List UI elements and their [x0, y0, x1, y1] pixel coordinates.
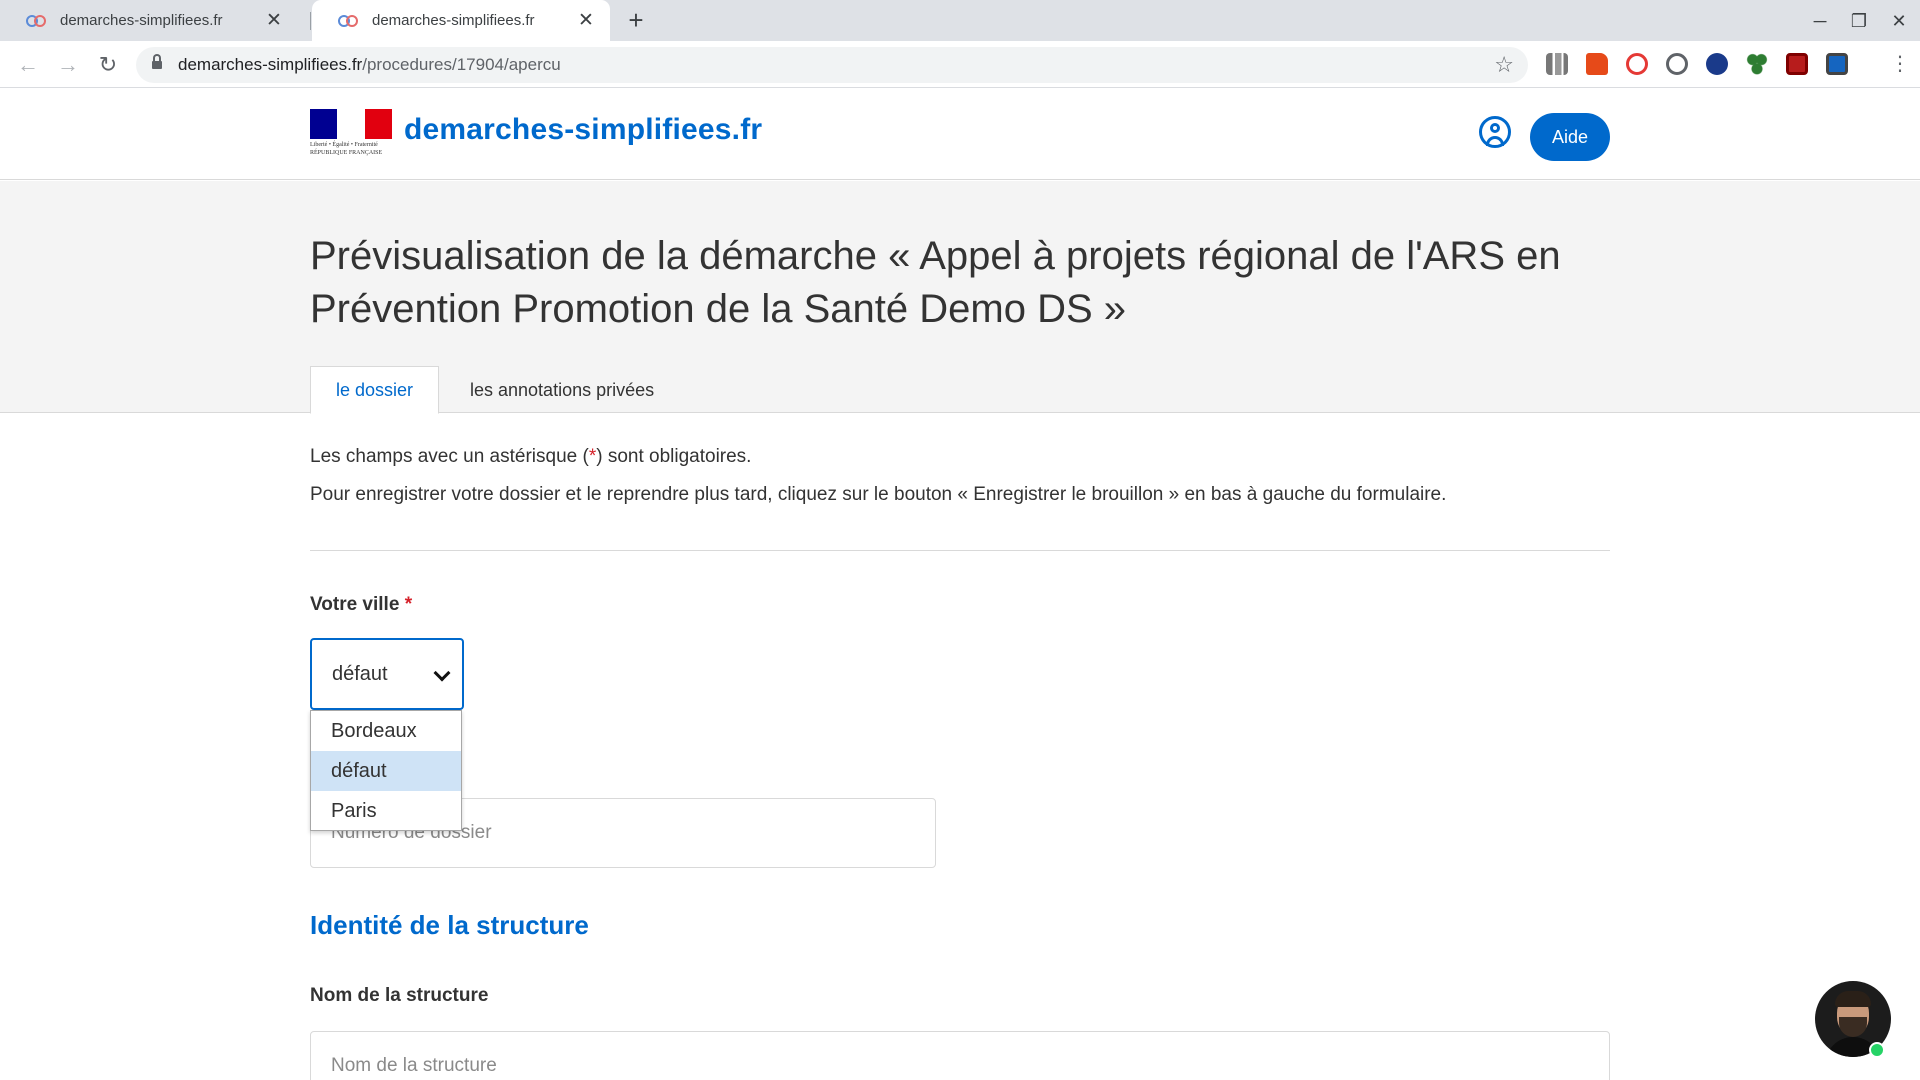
form-divider — [310, 550, 1610, 551]
ville-label: Votre ville * — [310, 594, 413, 615]
help-button[interactable]: Aide — [1530, 113, 1610, 161]
office-ext-icon[interactable] — [1586, 53, 1608, 75]
section-title-identite: Identité de la structure — [310, 910, 589, 940]
site-header: Liberté • Égalité • Fraternité RÉPUBLIQUE… — [0, 89, 1920, 180]
required-asterisk: * — [404, 594, 413, 615]
screenshot-ext-icon[interactable] — [1826, 53, 1848, 75]
french-flag-icon — [310, 109, 392, 139]
library-ext-icon[interactable] — [1546, 53, 1568, 75]
structure-name-input[interactable]: Nom de la structure — [310, 1031, 1610, 1080]
clover-ext-icon[interactable] — [1746, 53, 1768, 75]
browser-tab-2[interactable]: demarches-simplifiees.fr ✕ — [312, 0, 610, 41]
user-account-icon[interactable] — [1479, 116, 1511, 148]
browser-tab-1[interactable]: demarches-simplifiees.fr ✕ — [0, 0, 298, 41]
url-host: demarches-simplifiees.fr — [178, 55, 363, 74]
forward-arrow-icon[interactable]: → — [54, 51, 82, 79]
gift-ext-icon[interactable] — [1786, 53, 1808, 75]
chevron-down-icon — [433, 664, 451, 682]
page-title: Prévisualisation de la démarche « Appel … — [310, 234, 1561, 331]
site-favicon-icon — [26, 14, 48, 27]
tab-separator — [310, 12, 311, 30]
bookmark-star-icon[interactable]: ☆ — [1494, 52, 1514, 78]
marianne-logo[interactable]: Liberté • Égalité • Fraternité RÉPUBLIQUE… — [310, 109, 392, 159]
procedure-title-band: Prévisualisation de la démarche « Appel … — [0, 181, 1920, 414]
draft-save-notice: Pour enregistrer votre dossier et le rep… — [310, 484, 1447, 505]
site-favicon-icon — [338, 14, 360, 27]
reload-icon[interactable]: ↻ — [94, 51, 122, 79]
close-tab-icon[interactable]: ✕ — [264, 10, 284, 31]
browser-tab-bar: demarches-simplifiees.fr ✕ demarches-sim… — [0, 0, 1920, 41]
lock-icon — [152, 54, 162, 71]
ville-select[interactable]: défaut — [310, 638, 464, 710]
close-window-icon[interactable]: ✕ — [1886, 8, 1912, 34]
new-tab-button[interactable]: + — [622, 6, 650, 34]
site-name-link[interactable]: demarches-simplifiees.fr — [404, 113, 762, 147]
ville-select-value: défaut — [332, 662, 388, 685]
address-bar[interactable]: demarches-simplifiees.fr/procedures/1790… — [136, 47, 1528, 83]
structure-name-label: Nom de la structure — [310, 985, 489, 1006]
ville-dropdown-list: Bordeaux défaut Paris — [310, 710, 462, 831]
browser-tab-title: demarches-simplifiees.fr — [60, 12, 223, 29]
ville-option-defaut[interactable]: défaut — [311, 751, 461, 791]
back-arrow-icon[interactable]: ← — [14, 51, 42, 79]
tab-annotations-privees[interactable]: les annotations privées — [445, 366, 679, 414]
online-status-dot — [1869, 1042, 1885, 1058]
globe-ext-icon[interactable] — [1666, 53, 1688, 75]
restore-window-icon[interactable]: ❐ — [1846, 8, 1872, 34]
privacy-ext-icon[interactable] — [1706, 53, 1728, 75]
browser-tab-title: demarches-simplifiees.fr — [372, 12, 535, 29]
required-fields-notice: Les champs avec un astérisque (*) sont o… — [310, 446, 752, 467]
close-tab-icon[interactable]: ✕ — [576, 10, 596, 31]
browser-menu-icon[interactable]: ⋮ — [1890, 50, 1910, 78]
minimize-window-icon[interactable]: ─ — [1807, 8, 1833, 34]
url-path: /procedures/17904/apercu — [362, 55, 561, 74]
ville-option-paris[interactable]: Paris — [311, 791, 461, 831]
tab-le-dossier[interactable]: le dossier — [310, 366, 439, 414]
sync-ext-icon[interactable] — [1626, 53, 1648, 75]
browser-toolbar: ← → ↻ demarches-simplifiees.fr/procedure… — [0, 41, 1920, 88]
ville-option-bordeaux[interactable]: Bordeaux — [311, 711, 461, 751]
logo-motto: Liberté • Égalité • Fraternité RÉPUBLIQUE… — [310, 142, 383, 156]
